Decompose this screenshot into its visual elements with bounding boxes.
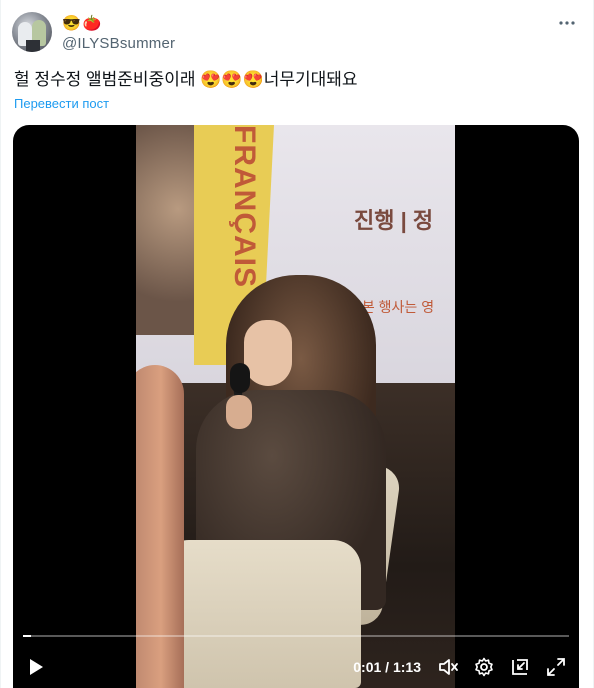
user-handle[interactable]: @ILYSBsummer bbox=[62, 35, 175, 52]
tweet-emoji-1: 😍 bbox=[200, 70, 222, 89]
tweet-text-part-2: 너무기대돼요 bbox=[263, 70, 358, 89]
tweet-text-part-1: 헐 정수정 앨범준비중이래 bbox=[14, 70, 201, 89]
translate-post-link[interactable]: Перевести пост bbox=[14, 96, 109, 111]
video-player[interactable]: FRANÇAIS 진행 | 정 ※ 본 행사는 영 0:01 / 1:13 bbox=[13, 125, 579, 688]
video-frame: FRANÇAIS 진행 | 정 ※ 본 행사는 영 bbox=[136, 125, 455, 688]
video-time: 0:01 / 1:13 bbox=[353, 659, 421, 675]
duration: 1:13 bbox=[392, 659, 421, 675]
tweet-emoji-2: 😍 bbox=[221, 70, 243, 89]
foreground-person bbox=[136, 365, 184, 688]
microphone bbox=[230, 363, 250, 393]
tweet-card: 😎 🍅 @ILYSBsummer 헐 정수정 앨범준비중이래 😍😍😍너무기대돼요… bbox=[0, 0, 594, 688]
tweet-text: 헐 정수정 앨범준비중이래 😍😍😍너무기대돼요 bbox=[14, 68, 358, 92]
play-icon[interactable] bbox=[27, 658, 45, 676]
more-icon[interactable] bbox=[558, 14, 576, 37]
fullscreen-icon[interactable] bbox=[545, 656, 567, 678]
chair bbox=[161, 540, 361, 688]
speaker-face bbox=[244, 320, 292, 386]
avatar[interactable] bbox=[12, 12, 52, 52]
gear-icon[interactable] bbox=[473, 656, 495, 678]
volume-muted-icon[interactable] bbox=[437, 656, 459, 678]
speaker-hand bbox=[226, 395, 252, 429]
display-name-emoji-2: 🍅 bbox=[82, 15, 102, 32]
video-progress-fill bbox=[23, 635, 31, 637]
video-progress-bar[interactable] bbox=[23, 635, 569, 637]
time-separator: / bbox=[381, 659, 393, 675]
current-time: 0:01 bbox=[353, 659, 382, 675]
slide-text-top: 진행 | 정 bbox=[354, 208, 434, 233]
video-controls: 0:01 / 1:13 bbox=[353, 654, 567, 680]
display-name-emoji-1: 😎 bbox=[62, 15, 81, 32]
picture-in-picture-icon[interactable] bbox=[509, 656, 531, 678]
tweet-emoji-3: 😍 bbox=[242, 70, 264, 89]
display-name[interactable]: 😎 🍅 bbox=[62, 14, 101, 32]
poster-text: FRANÇAIS bbox=[228, 125, 261, 288]
